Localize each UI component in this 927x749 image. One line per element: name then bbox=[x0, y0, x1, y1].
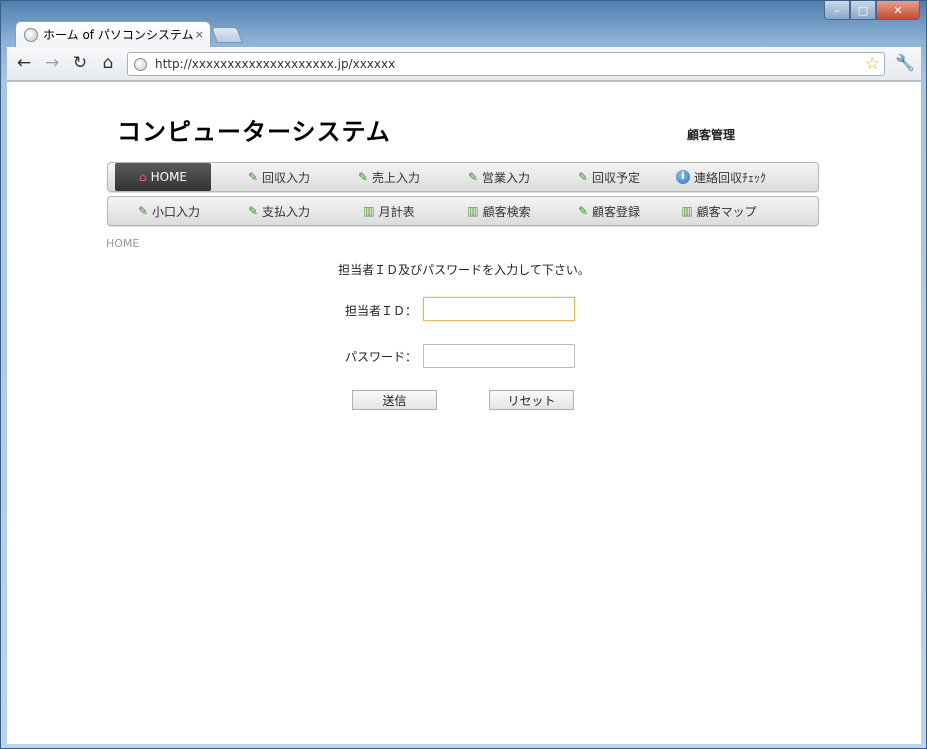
pen-icon: ✎ bbox=[467, 170, 479, 184]
menu-item-label: 顧客マップ bbox=[696, 204, 757, 219]
menu-item-label: 顧客検索 bbox=[482, 204, 531, 219]
menu-item-customer-register[interactable]: ✎ 顧客登録 bbox=[554, 197, 664, 225]
tab-title: ホーム of パソコンシステム bbox=[43, 28, 194, 42]
main-menu-row1: ⌂ HOME ✎ 回収入力 ✎ 売上入力 ✎ 営業入力 ✎ 回収予定 i 連絡回… bbox=[107, 162, 819, 192]
menu-item-label: 営業入力 bbox=[482, 170, 531, 185]
menu-item-label: 支払入力 bbox=[262, 204, 311, 219]
home-button[interactable]: ⌂ bbox=[97, 52, 119, 74]
menu-item-business-entry[interactable]: ✎ 営業入力 bbox=[444, 163, 554, 191]
staff-id-input[interactable] bbox=[423, 297, 575, 321]
reload-button[interactable]: ↻ bbox=[69, 52, 91, 74]
menu-item-sales-entry[interactable]: ✎ 売上入力 bbox=[334, 163, 444, 191]
pen-icon: ✎ bbox=[247, 170, 259, 184]
browser-toolbar: ← → ↻ ⌂ http://xxxxxxxxxxxxxxxxxxxx.jp/x… bbox=[7, 47, 921, 81]
password-label: パスワード： bbox=[344, 350, 417, 364]
menu-item-customer-search[interactable]: ▥ 顧客検索 bbox=[444, 197, 554, 225]
chart-icon: ▥ bbox=[363, 204, 375, 218]
info-icon: i bbox=[675, 170, 690, 184]
site-subtitle: 顧客管理 bbox=[687, 128, 736, 142]
pen-icon: ✎ bbox=[577, 204, 589, 218]
menu-item-label: 顧客登録 bbox=[592, 204, 641, 219]
globe-icon bbox=[24, 27, 38, 42]
menu-item-petty-cash[interactable]: ✎ 小口入力 bbox=[114, 197, 224, 225]
page-icon bbox=[134, 57, 147, 71]
maximize-button[interactable]: □ bbox=[850, 1, 876, 20]
chart-icon: ▥ bbox=[681, 204, 693, 218]
bookmark-star-icon[interactable]: ☆ bbox=[865, 54, 880, 74]
site-title: コンピューターシステム bbox=[117, 117, 391, 146]
menu-item-label: 連絡回収ﾁｪｯｸ bbox=[693, 170, 766, 185]
menu-item-collection-entry[interactable]: ✎ 回収入力 bbox=[224, 163, 334, 191]
menu-item-collection-schedule[interactable]: ✎ 回収予定 bbox=[554, 163, 664, 191]
staff-id-label: 担当者ＩＤ： bbox=[344, 304, 417, 318]
wrench-icon[interactable]: 🔧 bbox=[895, 53, 915, 72]
tab-close-icon[interactable]: × bbox=[195, 28, 204, 41]
address-bar[interactable]: http://xxxxxxxxxxxxxxxxxxxx.jp/xxxxxx ☆ bbox=[127, 52, 885, 76]
menu-item-contact-check[interactable]: i 連絡回収ﾁｪｯｸ bbox=[666, 163, 776, 191]
menu-item-label: 月計表 bbox=[378, 204, 415, 219]
submit-button[interactable]: 送信 bbox=[352, 390, 437, 410]
close-window-button[interactable]: ✕ bbox=[876, 1, 920, 20]
password-input[interactable] bbox=[423, 344, 575, 368]
main-menu-row2: ✎ 小口入力 ✎ 支払入力 ▥ 月計表 ▥ 顧客検索 ✎ 顧客登録 ▥ 顧客マッ… bbox=[107, 196, 819, 226]
new-tab-button[interactable] bbox=[211, 27, 243, 43]
browser-window: – □ ✕ ホーム of パソコンシステム × ← → ↻ ⌂ http://x… bbox=[0, 0, 927, 749]
menu-item-payment-entry[interactable]: ✎ 支払入力 bbox=[224, 197, 334, 225]
forward-button[interactable]: → bbox=[41, 52, 63, 74]
menu-item-monthly-report[interactable]: ▥ 月計表 bbox=[334, 197, 444, 225]
url-text[interactable]: http://xxxxxxxxxxxxxxxxxxxx.jp/xxxxxx bbox=[155, 57, 865, 71]
pen-icon: ✎ bbox=[577, 170, 589, 184]
chart-icon: ▥ bbox=[467, 204, 479, 218]
browser-tab[interactable]: ホーム of パソコンシステム × bbox=[15, 21, 211, 47]
window-controls: – □ ✕ bbox=[824, 1, 920, 21]
home-icon: ⌂ bbox=[138, 170, 147, 184]
minimize-button[interactable]: – bbox=[824, 1, 850, 20]
reset-button[interactable]: リセット bbox=[489, 390, 574, 410]
pen-icon: ✎ bbox=[247, 204, 259, 218]
menu-item-label: 回収予定 bbox=[592, 170, 641, 185]
menu-item-label: 回収入力 bbox=[262, 170, 311, 185]
menu-item-customer-map[interactable]: ▥ 顧客マップ bbox=[664, 197, 774, 225]
menu-item-label: 売上入力 bbox=[372, 170, 421, 185]
breadcrumb[interactable]: HOME bbox=[106, 237, 139, 250]
page-viewport: コンピューターシステム 顧客管理 ⌂ HOME ✎ 回収入力 ✎ 売上入力 ✎ … bbox=[7, 82, 921, 744]
back-button[interactable]: ← bbox=[13, 52, 35, 74]
pen-icon: ✎ bbox=[137, 204, 149, 218]
pen-icon: ✎ bbox=[357, 170, 369, 184]
login-instruction: 担当者ＩＤ及びパスワードを入力して下さい。 bbox=[338, 263, 590, 277]
menu-item-label: 小口入力 bbox=[152, 204, 201, 219]
menu-item-label: HOME bbox=[150, 170, 188, 184]
menu-item-home[interactable]: ⌂ HOME bbox=[115, 163, 211, 191]
